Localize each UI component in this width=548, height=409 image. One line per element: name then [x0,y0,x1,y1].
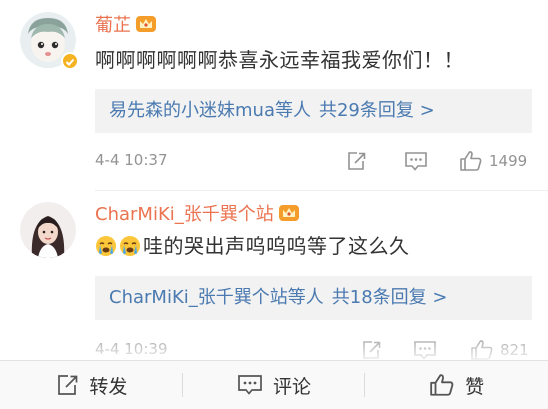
repost-icon [58,375,78,395]
bottom-action-bar: 转发 评论 赞 [0,360,548,409]
like-button[interactable]: 赞 [365,361,548,409]
username-text[interactable]: CharMiKi_张千巽个站 [95,204,274,225]
comment-meta: 4-4 10:37 1499 [95,148,532,174]
repost-icon [363,341,381,359]
reply-count: 共29条回复 > [318,100,435,121]
comment-text: 啊啊啊啊啊啊恭喜永远幸福我爱你们！！ [95,48,464,72]
comment-label: 评论 [273,375,312,398]
comment-item: 葡芷 啊啊啊啊啊啊恭喜永远幸福我爱你们！！ 易先森的小迷妹mua等人 共29条回复… [0,0,548,190]
reply-names: 易先森的小迷妹mua等人 [109,100,311,121]
reply-count: 共18条回复 > [331,287,448,308]
verified-badge-icon [61,52,79,70]
thumbs-up-icon [430,374,454,396]
repost-icon [348,152,366,170]
reply-names: CharMiKi_张千巽个站等人 [109,287,324,308]
crown-badge-icon [135,14,157,40]
comment-time: 4-4 10:37 [95,151,168,169]
reply-summary-link[interactable]: CharMiKi_张千巽个站等人 共18条回复 > [95,276,532,320]
comment-icon [238,375,262,395]
comment-button[interactable]: 评论 [183,361,366,409]
comment-text-body: 哇的哭出声呜呜呜等了这么久 [143,234,410,258]
comment-item: CharMiKi_张千巽个站 哇的哭出声呜呜呜等了这么久 CharMiKi_张千… [0,190,548,360]
like-label: 赞 [465,375,485,398]
repost-button[interactable]: 转发 [0,361,183,409]
repost-comment-button[interactable] [345,148,367,174]
like-count: 1499 [489,152,528,170]
comment-text: 哇的哭出声呜呜呜等了这么久 [95,233,410,263]
reply-summary-link[interactable]: 易先森的小迷妹mua等人 共29条回复 > [95,89,532,133]
comment-time: 4-4 10:39 [95,340,168,358]
reply-comment-button[interactable] [404,148,428,174]
avatar[interactable] [20,202,76,258]
username-text[interactable]: 葡芷 [95,15,131,36]
comment-icon [414,341,436,360]
thumbs-up-icon [460,151,482,171]
comment-username[interactable]: 葡芷 [95,14,157,40]
crown-badge-icon [278,203,300,229]
repost-label: 转发 [89,375,128,398]
crying-emoji-icon [119,235,141,263]
comment-username[interactable]: CharMiKi_张千巽个站 [95,203,300,229]
like-comment-button[interactable]: 1499 [459,148,527,174]
like-count: 821 [500,341,529,359]
crying-emoji-icon [95,235,117,263]
comment-icon [405,152,427,171]
thumbs-up-icon [471,340,493,360]
comment-list-page: 葡芷 啊啊啊啊啊啊恭喜永远幸福我爱你们！！ 易先森的小迷妹mua等人 共29条回复… [0,0,548,409]
